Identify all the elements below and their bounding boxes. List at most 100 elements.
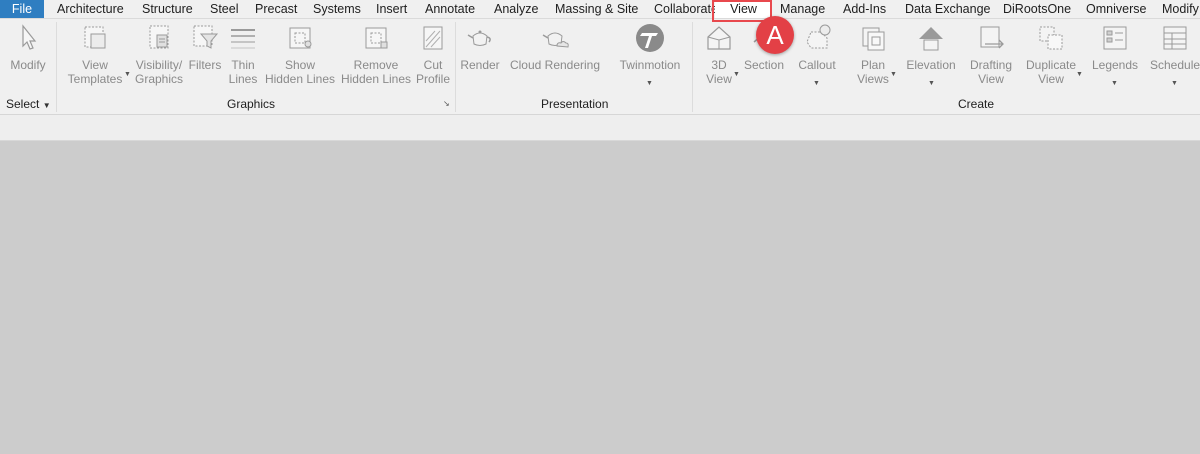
- elevation-icon: [919, 27, 943, 51]
- callout-icon: [806, 24, 831, 49]
- elevation-label: Elevation: [906, 58, 956, 72]
- chevron-down-icon[interactable]: ▼: [1076, 71, 1083, 78]
- drafting-view-label-1: Drafting: [969, 58, 1013, 72]
- schedules-label: Schedule: [1150, 58, 1200, 72]
- tab-systems[interactable]: Systems: [313, 0, 361, 18]
- remove-hidden-lines-icon: [365, 27, 388, 49]
- tab-add-ins[interactable]: Add-Ins: [843, 0, 886, 18]
- panel-separator: [455, 22, 456, 112]
- show-hidden-lines-button[interactable]: Show Hidden Lines: [264, 22, 336, 92]
- cloud-rendering-label: Cloud Rendering: [509, 58, 601, 72]
- house-3d-icon: [707, 26, 731, 50]
- plan-views-label-2: Views: [857, 72, 889, 86]
- options-bar: [0, 115, 1200, 141]
- panel-graphics-label: Graphics: [227, 97, 276, 111]
- duplicate-view-label-2: View: [1038, 72, 1064, 86]
- annotation-badge: A: [756, 16, 794, 54]
- view-templates-label-1: View: [82, 58, 108, 72]
- panel-separator: [692, 22, 693, 112]
- schedule-table-icon: [1163, 26, 1187, 50]
- render-label: Render: [460, 58, 500, 72]
- visibility-graphics-button[interactable]: Visibility/ Graphics: [132, 22, 186, 92]
- legends-label: Legends: [1091, 58, 1139, 72]
- plan-views-label-1: Plan: [860, 58, 886, 72]
- filter-funnel-icon: [193, 25, 219, 49]
- tab-annotate[interactable]: Annotate: [425, 0, 475, 18]
- twinmotion-label: Twinmotion: [619, 58, 681, 72]
- dialog-launcher-icon[interactable]: ↘: [443, 99, 450, 108]
- chevron-down-icon[interactable]: ▼: [646, 80, 653, 87]
- show-hidden-label-1: Show: [284, 58, 316, 72]
- chevron-down-icon[interactable]: ▼: [890, 71, 897, 78]
- visibility-graphics-label-2: Graphics: [134, 72, 184, 86]
- callout-label: Callout: [798, 58, 836, 72]
- panel-select-label[interactable]: Select ▼: [6, 97, 51, 111]
- chevron-down-icon[interactable]: ▼: [928, 80, 935, 87]
- thin-lines-button[interactable]: Thin Lines: [224, 22, 262, 92]
- thin-lines-label-1: Thin: [231, 58, 255, 72]
- tab-dirootsone[interactable]: DiRootsOne: [1003, 0, 1071, 18]
- chevron-down-icon[interactable]: ▼: [813, 80, 820, 87]
- teapot-icon: [467, 30, 491, 46]
- view-templates-label-2: Templates: [67, 72, 123, 86]
- tab-analyze[interactable]: Analyze: [494, 0, 538, 18]
- chevron-down-icon[interactable]: ▼: [124, 71, 131, 78]
- cloud-rendering-button[interactable]: Cloud Rendering: [506, 22, 604, 92]
- show-hidden-lines-icon: [289, 27, 312, 49]
- view-templates-icon: [84, 26, 106, 49]
- tab-file[interactable]: File: [0, 0, 44, 18]
- tab-data-exchange[interactable]: Data Exchange: [905, 0, 990, 18]
- drafting-view-button[interactable]: Drafting View: [966, 22, 1016, 92]
- drafting-view-icon: [980, 26, 1004, 49]
- thin-lines-icon: [231, 29, 255, 49]
- filters-button[interactable]: Filters: [186, 22, 224, 92]
- cut-profile-icon: [423, 26, 443, 50]
- tab-modify[interactable]: Modify: [1162, 0, 1199, 18]
- panel-separator: [56, 22, 57, 112]
- modify-label: Modify: [10, 58, 46, 72]
- render-button[interactable]: Render: [458, 22, 502, 92]
- 3d-view-label-1: 3D: [711, 58, 727, 72]
- select-label: Select: [6, 97, 40, 111]
- chevron-down-icon: ▼: [42, 101, 51, 110]
- cut-profile-label-1: Cut: [423, 58, 443, 72]
- view-templates-button[interactable]: View Templates: [64, 22, 126, 92]
- plan-views-button[interactable]: Plan Views: [852, 22, 894, 92]
- cut-profile-label-2: Profile: [415, 72, 450, 86]
- drawing-canvas[interactable]: [0, 141, 1200, 454]
- tab-precast[interactable]: Precast: [255, 0, 297, 18]
- 3d-view-button[interactable]: 3D View: [698, 22, 740, 92]
- panel-create-label: Create: [958, 97, 995, 111]
- modify-button[interactable]: Modify: [4, 22, 52, 92]
- plan-views-icon: [862, 27, 885, 51]
- duplicate-view-icon: [1039, 26, 1063, 50]
- remove-hidden-label-1: Remove: [353, 58, 399, 72]
- twinmotion-logo-icon: [636, 24, 664, 52]
- visibility-graphics-label-1: Visibility/: [135, 58, 183, 72]
- panel-presentation-label: Presentation: [541, 97, 609, 111]
- show-hidden-label-2: Hidden Lines: [264, 72, 336, 86]
- drafting-view-label-2: View: [978, 72, 1004, 86]
- tab-massing-site[interactable]: Massing & Site: [555, 0, 638, 18]
- filters-label: Filters: [188, 58, 222, 72]
- tab-steel[interactable]: Steel: [210, 0, 239, 18]
- duplicate-view-button[interactable]: Duplicate View: [1022, 22, 1080, 92]
- legends-icon: [1103, 26, 1127, 50]
- cloud-teapot-icon: [542, 32, 569, 48]
- tab-architecture[interactable]: Architecture: [57, 0, 124, 18]
- chevron-down-icon[interactable]: ▼: [1111, 80, 1118, 87]
- remove-hidden-lines-button[interactable]: Remove Hidden Lines: [340, 22, 412, 92]
- tab-structure[interactable]: Structure: [142, 0, 193, 18]
- tab-omniverse[interactable]: Omniverse: [1086, 0, 1146, 18]
- visibility-graphics-icon: [149, 25, 169, 49]
- chevron-down-icon[interactable]: ▼: [1171, 80, 1178, 87]
- duplicate-view-label-1: Duplicate: [1025, 58, 1077, 72]
- tab-collaborate[interactable]: Collaborate: [654, 0, 718, 18]
- section-label: Section: [743, 58, 785, 72]
- chevron-down-icon[interactable]: ▼: [733, 71, 740, 78]
- thin-lines-label-2: Lines: [228, 72, 258, 86]
- ribbon-tab-bar: File Architecture Structure Steel Precas…: [0, 0, 1200, 19]
- tab-manage[interactable]: Manage: [780, 0, 825, 18]
- cut-profile-button[interactable]: Cut Profile: [412, 22, 454, 92]
- tab-insert[interactable]: Insert: [376, 0, 407, 18]
